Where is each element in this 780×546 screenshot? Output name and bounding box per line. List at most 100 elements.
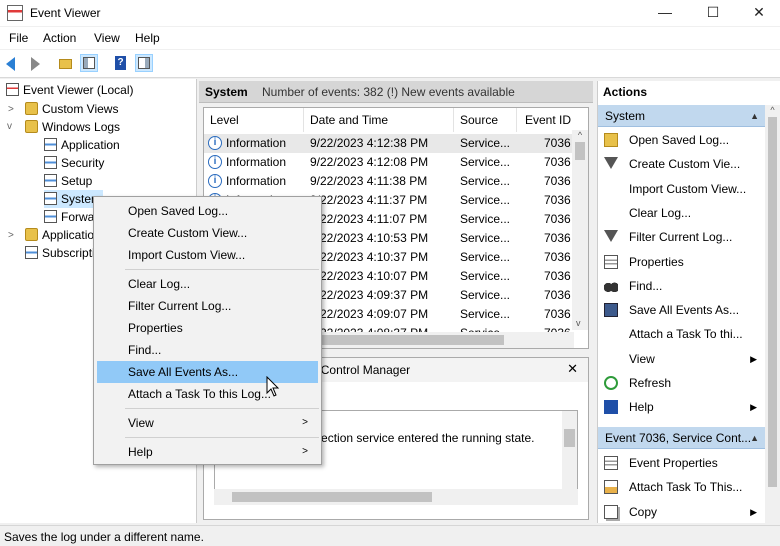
binoculars-icon [604, 278, 618, 293]
help-toolbar-button[interactable]: ? [111, 54, 129, 72]
scroll-thumb[interactable] [575, 142, 585, 160]
tree-node-application[interactable]: Application [44, 136, 120, 154]
chevron-right-icon[interactable]: > [8, 230, 14, 241]
action-item[interactable]: Event Properties [598, 451, 765, 475]
tree-node-security[interactable]: Security [44, 154, 104, 172]
cell-date: 9/22/2023 4:11:07 PM [310, 212, 428, 226]
filter-icon [604, 157, 618, 170]
cell-event-id: 7036 [544, 155, 571, 169]
ctx-properties[interactable]: Properties [97, 317, 318, 339]
collapse-icon[interactable]: ▲ [750, 105, 759, 127]
tree-node-root[interactable]: Event Viewer (Local) [6, 81, 134, 99]
collapse-icon[interactable]: ▲ [750, 427, 759, 449]
action-item[interactable]: Create Custom Vie... [598, 152, 765, 176]
show-hide-console-tree-button[interactable] [80, 54, 98, 72]
cell-source: Service... [460, 288, 511, 302]
ctx-help-label: Help [128, 445, 153, 459]
cell-source: Service... [460, 212, 511, 226]
ctx-find[interactable]: Find... [97, 339, 318, 361]
scroll-up-arrow[interactable]: ^ [765, 105, 780, 115]
ctx-import-custom-view[interactable]: Import Custom View... [97, 244, 318, 266]
action-label: Event Properties [629, 456, 718, 470]
tree-node-label: Windows Logs [42, 120, 121, 134]
action-item[interactable]: Import Custom View... [598, 177, 765, 201]
show-hide-action-pane-button[interactable] [135, 54, 153, 72]
menu-action[interactable]: Action [43, 31, 76, 45]
action-item[interactable]: Refresh [598, 371, 765, 395]
action-item[interactable]: Copy ▶ [598, 500, 765, 524]
maximize-button[interactable]: ☐ [690, 0, 736, 26]
cell-event-id: 7036 [544, 193, 571, 207]
action-item[interactable]: Filter Current Log... [598, 225, 765, 249]
action-item[interactable]: Properties [598, 250, 765, 274]
scroll-up-arrow[interactable]: ^ [572, 130, 588, 140]
chevron-down-icon[interactable]: v [7, 121, 12, 132]
table-row[interactable]: i Information 9/22/2023 4:12:38 PM Service.… [204, 134, 572, 153]
action-label: Clear Log... [629, 205, 692, 220]
menu-view[interactable]: View [94, 31, 120, 45]
action-item[interactable]: Attach a Task To thi... [598, 322, 765, 346]
ctx-create-custom-view[interactable]: Create Custom View... [97, 222, 318, 244]
section-label: System [605, 109, 646, 123]
column-header-date[interactable]: Date and Time [310, 113, 388, 127]
column-header-source[interactable]: Source [460, 113, 498, 127]
detail-horizontal-scrollbar[interactable] [214, 489, 578, 505]
log-icon [44, 138, 57, 151]
cell-date: 9/22/2023 4:12:08 PM [310, 155, 429, 169]
ctx-filter-current-log[interactable]: Filter Current Log... [97, 295, 318, 317]
column-header-level[interactable]: Level [210, 113, 239, 127]
scroll-thumb[interactable] [564, 429, 575, 447]
ctx-clear-log[interactable]: Clear Log... [97, 273, 318, 295]
column-separator[interactable] [303, 108, 304, 132]
action-item[interactable]: View ▶ [598, 347, 765, 371]
actions-scrollbar[interactable]: ^ [765, 105, 780, 523]
action-item[interactable]: Open Saved Log... [598, 128, 765, 152]
action-label: View [629, 351, 655, 366]
scroll-thumb[interactable] [232, 492, 432, 502]
menu-separator [125, 437, 319, 438]
menu-separator [125, 269, 319, 270]
action-label: Create Custom Vie... [629, 157, 741, 172]
cell-date: 9/22/2023 4:10:37 PM [310, 250, 429, 264]
menu-file[interactable]: File [9, 31, 28, 45]
cell-source: Service... [460, 307, 511, 321]
tree-node-setup[interactable]: Setup [44, 172, 92, 190]
information-icon: i [208, 174, 222, 188]
information-icon: i [208, 155, 222, 169]
scroll-down-arrow[interactable]: v [576, 318, 581, 328]
ctx-help[interactable]: Help > [97, 441, 318, 463]
column-separator[interactable] [516, 108, 517, 132]
close-button[interactable]: ✕ [736, 0, 780, 26]
column-header-event-id[interactable]: Event ID [525, 113, 571, 127]
action-item[interactable]: Help ▶ [598, 395, 765, 419]
action-item[interactable]: Clear Log... [598, 201, 765, 225]
tree-node-label: Custom Views [42, 102, 119, 116]
ctx-open-saved-log[interactable]: Open Saved Log... [97, 200, 318, 222]
detail-close-icon[interactable]: ✕ [567, 361, 578, 377]
action-label: Attach Task To This... [629, 480, 743, 495]
action-item[interactable]: Find... [598, 274, 765, 298]
actions-section-event[interactable]: Event 7036, Service Cont... ▲ [598, 427, 765, 449]
column-separator[interactable] [453, 108, 454, 132]
events-vertical-scrollbar[interactable]: ^ v [572, 130, 588, 330]
action-item[interactable]: Attach Task To This... [598, 475, 765, 499]
tree-node-custom-views[interactable]: Custom Views [25, 100, 118, 118]
table-row[interactable]: i Information 9/22/2023 4:12:08 PM Service.… [204, 153, 572, 172]
menu-help[interactable]: Help [135, 31, 160, 45]
forward-button[interactable] [25, 54, 43, 72]
cell-source: Service... [460, 174, 511, 188]
help-icon [604, 400, 618, 415]
chevron-right-icon[interactable]: > [8, 104, 14, 115]
minimize-button[interactable]: — [642, 0, 688, 26]
ctx-save-all-events[interactable]: Save All Events As... [97, 361, 318, 383]
tree-node-windows-logs[interactable]: Windows Logs [25, 118, 120, 136]
ctx-view[interactable]: View > [97, 412, 318, 434]
action-item[interactable]: Save All Events As... [598, 298, 765, 322]
actions-section-system[interactable]: System ▲ [598, 105, 765, 127]
up-folder-button[interactable] [56, 54, 74, 72]
back-button[interactable] [3, 54, 21, 72]
scroll-thumb[interactable] [768, 117, 777, 487]
forward-arrow-icon [31, 57, 40, 71]
ctx-attach-task[interactable]: Attach a Task To this Log... [97, 383, 318, 405]
table-row[interactable]: i Information 9/22/2023 4:11:38 PM Service.… [204, 172, 572, 191]
